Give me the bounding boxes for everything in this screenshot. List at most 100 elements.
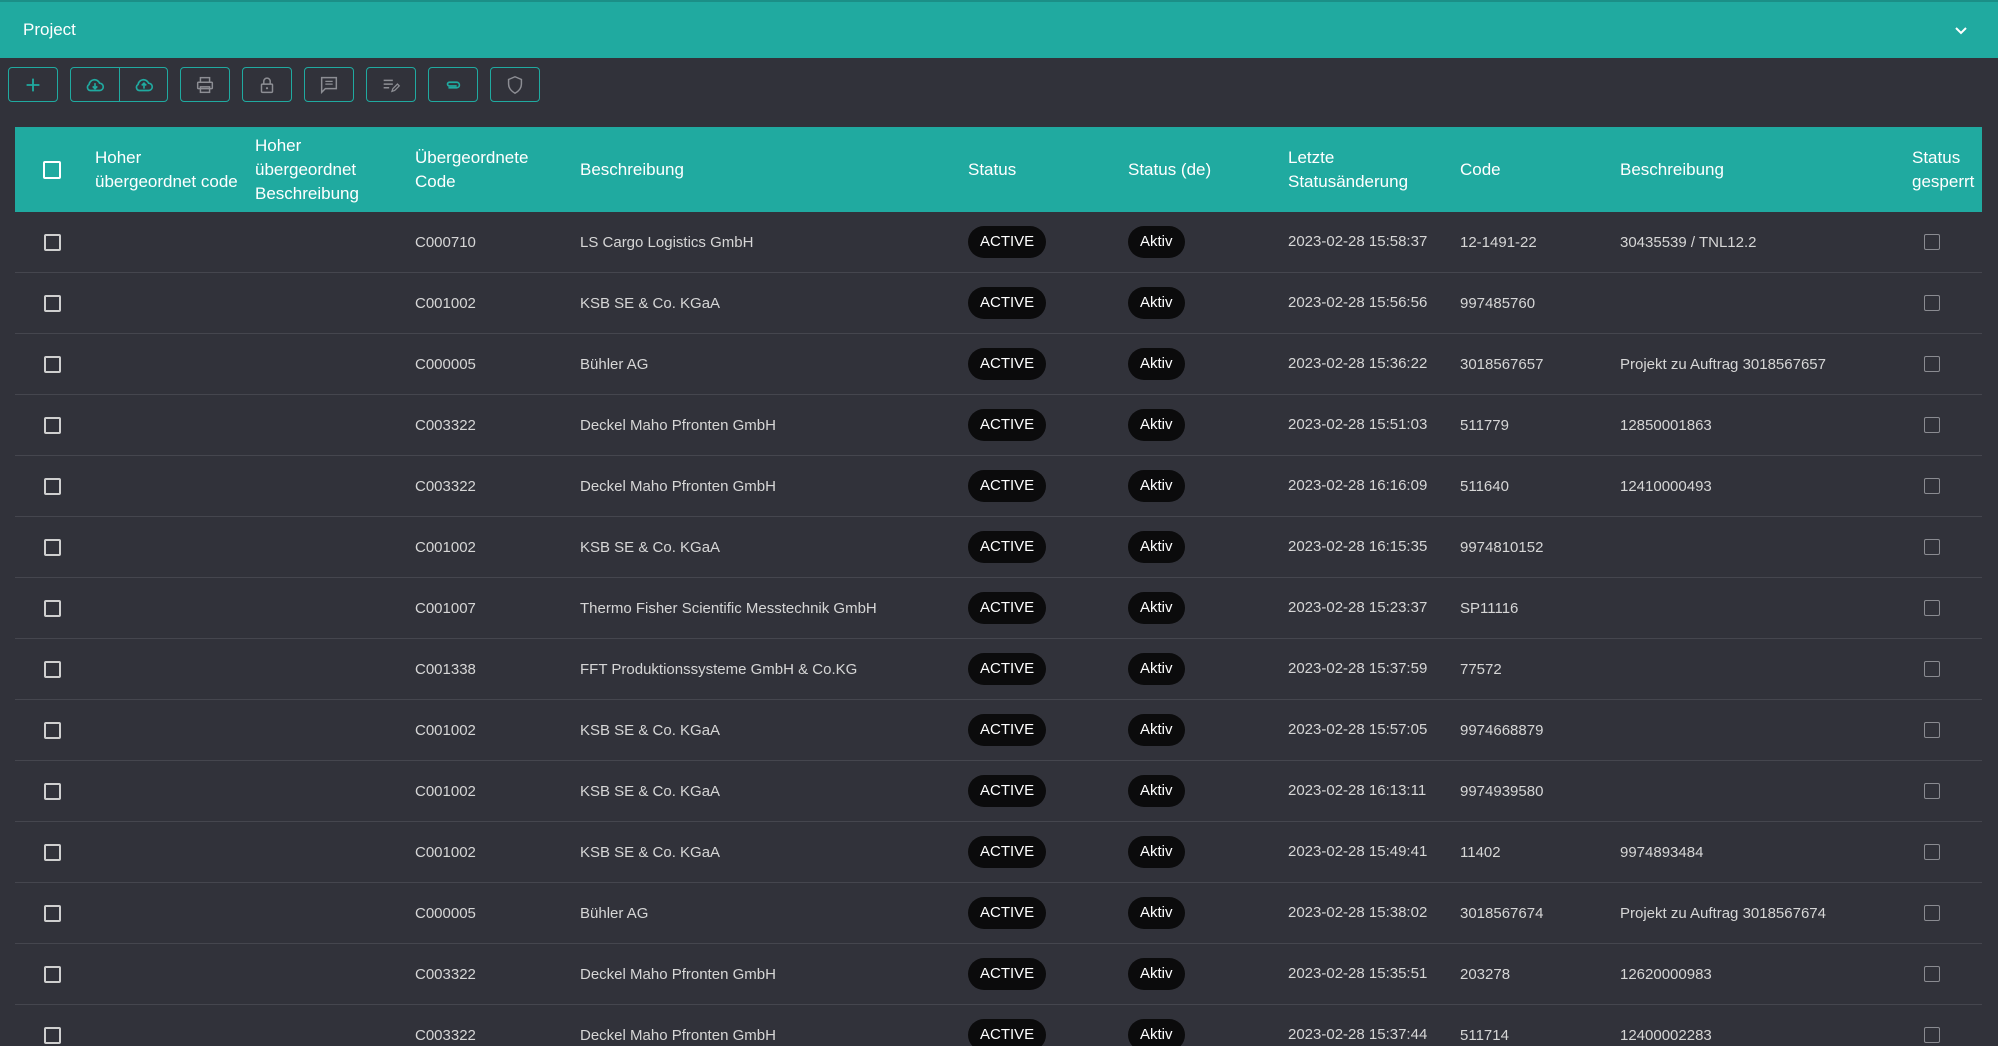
cell-last-status-change: 2023-02-28 15:23:37 (1288, 599, 1428, 616)
locked-checkbox[interactable] (1924, 600, 1940, 616)
locked-checkbox[interactable] (1924, 417, 1940, 433)
table-row[interactable]: C003322 Deckel Maho Pfronten GmbH ACTIVE Ak… (15, 944, 1982, 1005)
cell-status-de: Aktiv (1128, 775, 1288, 807)
header-code-parent[interactable]: Übergeordnete Code (415, 146, 580, 194)
header-last-status-change[interactable]: Letzte Statusänderung (1288, 146, 1460, 194)
row-checkbox[interactable] (43, 904, 61, 922)
locked-checkbox[interactable] (1924, 783, 1940, 799)
locked-checkbox[interactable] (1924, 722, 1940, 738)
cell-description-parent: KSB SE & Co. KGaA (580, 843, 721, 861)
cell-description-parent: KSB SE & Co. KGaA (580, 782, 721, 800)
header-parent-code[interactable]: Hoher übergeordnet code (95, 146, 255, 194)
locked-checkbox[interactable] (1924, 905, 1940, 921)
cell-last-status-change: 2023-02-28 16:15:35 (1288, 538, 1428, 555)
cell-status-de: Aktiv (1128, 470, 1288, 502)
row-checkbox[interactable] (43, 843, 61, 861)
table-row[interactable]: C001002 KSB SE & Co. KGaA ACTIVE Aktiv 2023-… (15, 517, 1982, 578)
table-row[interactable]: C001002 KSB SE & Co. KGaA ACTIVE Aktiv 2023-… (15, 822, 1982, 883)
row-checkbox[interactable] (43, 294, 61, 312)
header-description-parent[interactable]: Beschreibung (580, 158, 968, 182)
table-header: Hoher übergeordnet code Hoher übergeordn… (15, 127, 1982, 212)
cell-description-parent: Deckel Maho Pfronten GmbH (580, 416, 776, 434)
cell-status: ACTIVE (968, 958, 1128, 990)
row-checkbox[interactable] (43, 1026, 61, 1044)
add-button[interactable] (9, 68, 57, 101)
chevron-down-icon[interactable] (1947, 16, 1975, 44)
table-row[interactable]: C001002 KSB SE & Co. KGaA ACTIVE Aktiv 2023-… (15, 700, 1982, 761)
locked-checkbox[interactable] (1924, 356, 1940, 372)
download-button[interactable] (71, 68, 119, 101)
table-row[interactable]: C000710 LS Cargo Logistics GmbH ACTIVE Akti… (15, 212, 1982, 273)
locked-checkbox[interactable] (1924, 234, 1940, 250)
locked-checkbox[interactable] (1924, 478, 1940, 494)
table-row[interactable]: C003322 Deckel Maho Pfronten GmbH ACTIVE Ak… (15, 1005, 1982, 1046)
locked-checkbox[interactable] (1924, 295, 1940, 311)
cell-status-locked (1912, 722, 1982, 738)
locked-checkbox[interactable] (1924, 966, 1940, 982)
select-all-cell (15, 160, 95, 179)
page-title: Project (23, 20, 76, 39)
row-select-cell (15, 416, 95, 434)
cell-code: 997485760 (1460, 294, 1536, 312)
cell-status-locked (1912, 417, 1982, 433)
locked-checkbox[interactable] (1924, 844, 1940, 860)
row-checkbox[interactable] (43, 599, 61, 617)
cell-status-de: Aktiv (1128, 653, 1288, 685)
row-select-cell (15, 355, 95, 373)
row-select-cell (15, 1026, 95, 1044)
edit-notes-button[interactable] (367, 68, 415, 101)
locked-checkbox[interactable] (1924, 539, 1940, 555)
table-row[interactable]: C000005 Bühler AG ACTIVE Aktiv 2023-02-28 15… (15, 883, 1982, 944)
select-all-checkbox[interactable] (43, 160, 61, 179)
table-row[interactable]: C000005 Bühler AG ACTIVE Aktiv 2023-02-28 15… (15, 334, 1982, 395)
table-row[interactable]: C001002 KSB SE & Co. KGaA ACTIVE Aktiv 2023-… (15, 273, 1982, 334)
cell-status-de: Aktiv (1128, 958, 1288, 990)
header-status-locked[interactable]: Status gesperrt (1912, 146, 1982, 194)
row-checkbox[interactable] (43, 660, 61, 678)
cell-last-status-change: 2023-02-28 15:38:02 (1288, 904, 1428, 921)
header-code[interactable]: Code (1460, 158, 1620, 182)
cell-status: ACTIVE (968, 531, 1128, 563)
cloud-download-icon (86, 78, 105, 91)
table-row[interactable]: C003322 Deckel Maho Pfronten GmbH ACTIVE Ak… (15, 456, 1982, 517)
row-checkbox[interactable] (43, 233, 61, 251)
row-checkbox[interactable] (43, 965, 61, 983)
cell-code-parent: C003322 (415, 1026, 476, 1044)
status-de-badge: Aktiv (1128, 470, 1185, 502)
header-status[interactable]: Status (968, 158, 1128, 182)
cell-code: 511714 (1460, 1026, 1509, 1044)
table-row[interactable]: C001338 FFT Produktionssysteme GmbH & Co.… (15, 639, 1982, 700)
row-checkbox[interactable] (43, 477, 61, 495)
header-description[interactable]: Beschreibung (1620, 158, 1912, 182)
table-row[interactable]: C001007 Thermo Fisher Scientific Messtech… (15, 578, 1982, 639)
table-row[interactable]: C003322 Deckel Maho Pfronten GmbH ACTIVE Ak… (15, 395, 1982, 456)
comment-button[interactable] (305, 68, 353, 101)
row-select-cell (15, 660, 95, 678)
row-checkbox[interactable] (43, 416, 61, 434)
lock-button[interactable] (243, 68, 291, 101)
table-row[interactable]: C001002 KSB SE & Co. KGaA ACTIVE Aktiv 2023-… (15, 761, 1982, 822)
print-button[interactable] (181, 68, 229, 101)
row-checkbox[interactable] (43, 355, 61, 373)
row-checkbox[interactable] (43, 782, 61, 800)
plus-icon (26, 78, 40, 91)
cell-status: ACTIVE (968, 836, 1128, 868)
project-header[interactable]: Project (0, 0, 1998, 58)
cell-last-status-change: 2023-02-28 15:35:51 (1288, 965, 1428, 982)
cell-status: ACTIVE (968, 409, 1128, 441)
row-select-cell (15, 538, 95, 556)
header-parent-description[interactable]: Hoher übergeordnet Beschreibung (255, 134, 415, 206)
status-de-badge: Aktiv (1128, 592, 1185, 624)
cell-status: ACTIVE (968, 348, 1128, 380)
row-select-cell (15, 721, 95, 739)
cell-description-parent: KSB SE & Co. KGaA (580, 538, 721, 556)
toolbar (8, 67, 540, 102)
link-button[interactable] (429, 68, 477, 101)
row-checkbox[interactable] (43, 721, 61, 739)
locked-checkbox[interactable] (1924, 1027, 1940, 1043)
upload-button[interactable] (119, 68, 167, 101)
header-status-de[interactable]: Status (de) (1128, 158, 1288, 182)
locked-checkbox[interactable] (1924, 661, 1940, 677)
row-checkbox[interactable] (43, 538, 61, 556)
shield-button[interactable] (491, 68, 539, 101)
